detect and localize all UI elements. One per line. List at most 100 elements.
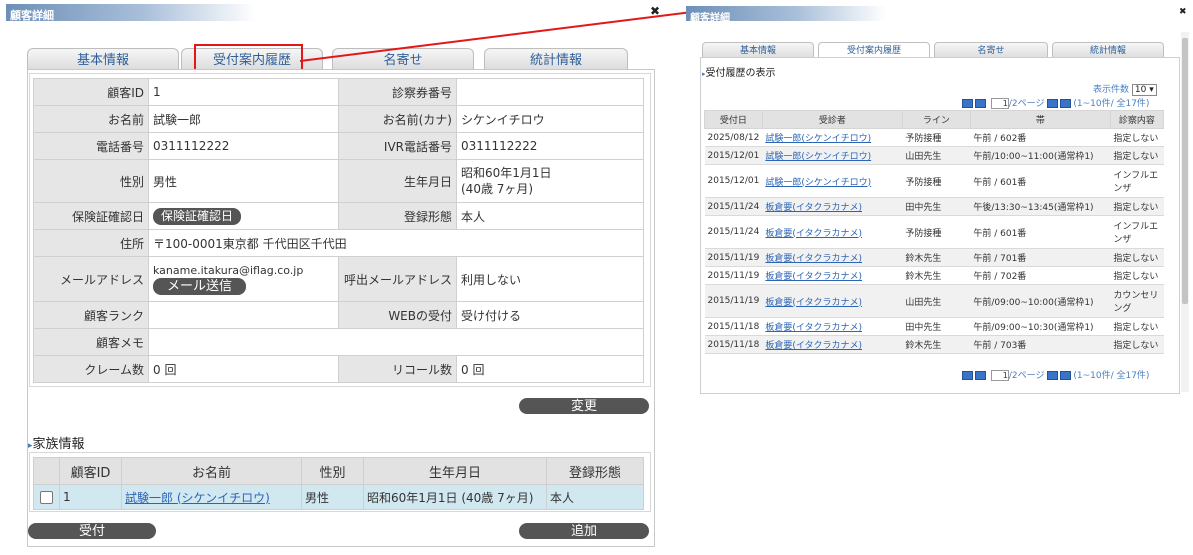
insurance-check-button[interactable]: 保険証確認日: [153, 207, 242, 225]
per-page-select[interactable]: 10 ▾: [1131, 84, 1157, 96]
next-page-icon[interactable]: [1047, 99, 1059, 108]
history-cell-line: 予防接種: [902, 128, 971, 147]
add-button[interactable]: 追加: [519, 523, 649, 539]
history-cell-date: 2015/11/19: [704, 266, 763, 285]
web-label: WEBの受付: [338, 301, 457, 329]
table-row: 2015/11/19 板倉要(イタクラカナメ) 鈴木先生 午前 / 702番 指定しない: [704, 266, 1164, 285]
history-cell-date: 2015/11/18: [704, 317, 763, 336]
history-header-content: 診察内容: [1109, 110, 1165, 129]
patient-link[interactable]: 板倉要(イタクラカナメ): [765, 229, 862, 239]
family-header-reg: 登録形態: [546, 457, 644, 485]
family-header-gender: 性別: [301, 457, 364, 485]
patient-link[interactable]: 試験一郎(シケンイチロウ): [765, 152, 871, 162]
insurance-check-label: 保険証確認日: [33, 202, 149, 230]
right-window-title: 顧客詳細: [690, 13, 730, 24]
history-cell-line: 鈴木先生: [902, 248, 971, 267]
history-cell-patient: 板倉要(イタクラカナメ): [762, 266, 903, 285]
email-label: メールアドレス: [33, 256, 149, 302]
table-row: 2015/11/19 板倉要(イタクラカナメ) 山田先生 午前/09:00~10:00…: [704, 284, 1164, 318]
tab-basic-info[interactable]: 基本情報: [27, 48, 179, 70]
history-header-date: 受付日: [704, 110, 763, 129]
patient-link[interactable]: 試験一郎(シケンイチロウ): [765, 178, 871, 188]
right-tab-basic-info[interactable]: 基本情報: [702, 42, 814, 58]
table-row: 2015/12/01 試験一郎(シケンイチロウ) 山田先生 午前/10:00~11:0…: [704, 146, 1164, 165]
history-cell-patient: 板倉要(イタクラカナメ): [762, 335, 903, 354]
history-cell-line: 予防接種: [902, 215, 971, 249]
patient-link[interactable]: 板倉要(イタクラカナメ): [765, 298, 862, 308]
first-page-icon[interactable]: [962, 99, 973, 108]
table-row: 2015/11/18 板倉要(イタクラカナメ) 田中先生 午前/09:00~10:30…: [704, 317, 1164, 336]
customer-id-label: 顧客ID: [33, 78, 149, 106]
family-row-name-link[interactable]: 試験一郎 (シケンイチロウ): [125, 491, 270, 505]
history-header-band: 帯: [969, 110, 1111, 129]
history-cell-band: 午前 / 601番: [970, 164, 1111, 198]
name-label: お名前: [33, 105, 149, 133]
history-cell-band: 午前 / 602番: [970, 128, 1111, 147]
family-table: 顧客ID お名前 性別 生年月日 登録形態 1 試験一郎 (シケンイチロウ) 男…: [33, 457, 644, 510]
pager-top: 1/2ページ (1~10件/ 全17件): [962, 96, 1149, 109]
page-input-bottom[interactable]: 1: [990, 370, 1009, 381]
history-cell-patient: 板倉要(イタクラカナメ): [762, 317, 903, 336]
name-value: 試験一郎: [148, 105, 339, 133]
family-header-id: 顧客ID: [59, 457, 122, 485]
history-cell-date: 2015/11/18: [704, 335, 763, 354]
history-cell-band: 午前/09:00~10:30(通常枠1): [970, 317, 1111, 336]
table-row[interactable]: 1 試験一郎 (シケンイチロウ) 男性 昭和60年1月1日 (40歳 7ヶ月) …: [33, 484, 644, 510]
change-button[interactable]: 変更: [519, 398, 649, 414]
patient-link[interactable]: 試験一郎(シケンイチロウ): [765, 134, 871, 144]
right-tab-statistics[interactable]: 統計情報: [1052, 42, 1164, 58]
family-row-checkbox[interactable]: [40, 491, 53, 504]
customer-detail-table: 顧客ID 1 診察券番号 お名前 試験一郎 お名前(カナ) シケンイチロウ 電話…: [33, 78, 644, 383]
prev-page-icon[interactable]: [975, 371, 986, 380]
history-cell-patient: 試験一郎(シケンイチロウ): [762, 128, 903, 147]
ticket-no-label: 診察券番号: [338, 78, 457, 106]
right-tab-name-merge[interactable]: 名寄せ: [934, 42, 1048, 58]
history-cell-content: 指定しない: [1110, 248, 1164, 267]
ivr-label: IVR電話番号: [338, 132, 457, 160]
ticket-no-value: [456, 78, 644, 106]
receive-button[interactable]: 受付: [28, 523, 156, 539]
email-value: kaname.itakura@iflag.co.jp: [153, 264, 304, 277]
scrollbar-thumb[interactable]: [1182, 38, 1188, 304]
history-cell-band: 午前 / 702番: [970, 266, 1111, 285]
history-cell-line: 予防接種: [902, 164, 971, 198]
patient-link[interactable]: 板倉要(イタクラカナメ): [765, 254, 862, 264]
prev-page-icon[interactable]: [975, 99, 986, 108]
history-cell-patient: 試験一郎(シケンイチロウ): [762, 146, 903, 165]
patient-link[interactable]: 板倉要(イタクラカナメ): [765, 272, 862, 282]
history-header-line: ライン: [901, 110, 971, 129]
address-value: 〒100-0001東京都 千代田区千代田: [148, 229, 644, 257]
call-email-label: 呼出メールアドレス: [338, 256, 457, 302]
patient-link[interactable]: 板倉要(イタクラカナメ): [765, 341, 862, 351]
registration-value: 本人: [456, 202, 644, 230]
birth-label: 生年月日: [338, 159, 457, 203]
table-row: 2015/12/01 試験一郎(シケンイチロウ) 予防接種 午前 / 601番 インフル…: [704, 164, 1164, 198]
send-email-button[interactable]: メール送信: [153, 278, 247, 295]
history-cell-line: 鈴木先生: [902, 335, 971, 354]
right-close-icon[interactable]: ✖: [1179, 7, 1187, 17]
next-page-icon[interactable]: [1047, 371, 1059, 380]
history-cell-date: 2015/12/01: [704, 164, 763, 198]
history-cell-date: 2015/11/19: [704, 248, 763, 267]
first-page-icon[interactable]: [962, 371, 973, 380]
last-page-icon[interactable]: [1060, 371, 1072, 380]
history-header-patient: 受診者: [761, 110, 903, 129]
patient-link[interactable]: 板倉要(イタクラカナメ): [765, 323, 862, 333]
vertical-scrollbar[interactable]: [1181, 32, 1189, 392]
table-row: 2015/11/24 板倉要(イタクラカナメ) 田中先生 午後/13:30~13:45…: [704, 197, 1164, 216]
gender-value: 男性: [148, 159, 339, 203]
history-cell-patient: 板倉要(イタクラカナメ): [762, 197, 903, 216]
history-cell-content: 指定しない: [1110, 335, 1164, 354]
kana-value: シケンイチロウ: [456, 105, 644, 133]
web-value: 受け付ける: [456, 301, 644, 329]
right-tab-reception-history[interactable]: 受付案内履歴: [818, 42, 930, 58]
table-row: 2015/11/19 板倉要(イタクラカナメ) 鈴木先生 午前 / 701番 指定しない: [704, 248, 1164, 267]
last-page-icon[interactable]: [1060, 99, 1072, 108]
table-row: 2015/11/24 板倉要(イタクラカナメ) 予防接種 午前 / 601番 インフルエ…: [704, 215, 1164, 249]
rank-label: 顧客ランク: [33, 301, 149, 329]
history-section-title: ▸受付履歴の表示: [702, 68, 776, 79]
history-cell-date: 2015/11/24: [704, 215, 763, 249]
patient-link[interactable]: 板倉要(イタクラカナメ): [765, 203, 862, 213]
page-input-top[interactable]: 1: [990, 98, 1009, 109]
claim-value: 0 回: [148, 355, 339, 383]
